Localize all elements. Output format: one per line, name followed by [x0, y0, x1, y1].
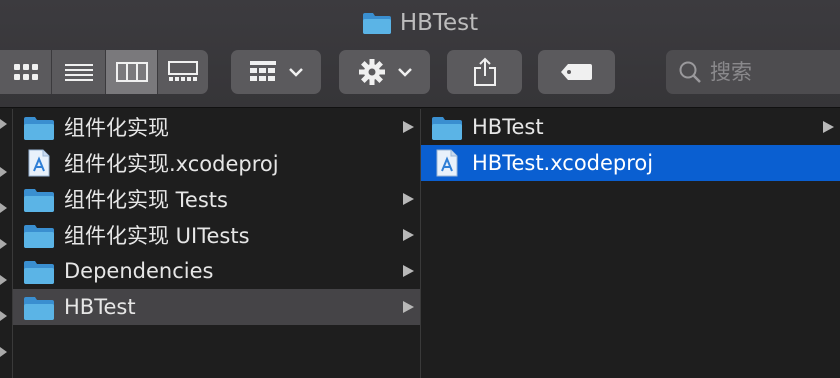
disclosure-arrow-icon: [403, 229, 414, 241]
list-item-label: HBTest: [64, 295, 136, 319]
folder-icon: [24, 225, 54, 248]
view-column-button[interactable]: [106, 50, 158, 94]
tag-icon: [560, 64, 592, 80]
disclosure-arrow-icon: [403, 193, 414, 205]
folder-icon: [362, 13, 391, 34]
view-list-button[interactable]: [52, 50, 106, 94]
gear-icon: [358, 59, 385, 85]
window-title-text: HBTest: [399, 10, 479, 36]
view-gallery-button[interactable]: [158, 50, 208, 94]
folder-icon: [24, 117, 54, 140]
browser-column-2: HBTest HBTest.xcodeproj: [421, 109, 840, 378]
list-item-label: 组件化实现: [64, 116, 169, 140]
gallery-icon: [168, 61, 198, 81]
list-icon: [64, 64, 93, 81]
disclosure-arrow-icon: [0, 203, 7, 213]
list-item-label: 组件化实现 UITests: [64, 224, 250, 248]
action-button[interactable]: [339, 50, 430, 94]
group-icon: [250, 61, 276, 81]
list-item-label: Dependencies: [64, 259, 214, 283]
disclosure-arrow-icon: [403, 301, 414, 313]
list-item-label: 组件化实现.xcodeproj: [64, 152, 279, 176]
view-mode-control: [0, 50, 208, 94]
list-item[interactable]: 组件化实现: [13, 109, 420, 145]
columns-icon: [115, 62, 148, 82]
disclosure-arrow-icon: [0, 311, 7, 321]
list-item-label: HBTest.xcodeproj: [472, 151, 654, 175]
parent-column: [0, 109, 12, 378]
folder-icon: [24, 189, 54, 212]
disclosure-arrow-icon: [0, 167, 7, 177]
disclosure-arrow-icon: [403, 265, 414, 277]
disclosure-arrow-icon: [403, 121, 414, 133]
search-field[interactable]: [666, 50, 840, 94]
folder-icon: [24, 261, 54, 284]
view-icon-button[interactable]: [0, 50, 52, 94]
disclosure-arrow-icon: [0, 239, 7, 249]
list-item-label: HBTest: [472, 115, 544, 139]
list-item[interactable]: HBTest: [421, 109, 840, 145]
browser-column-1: 组件化实现 组件化实现.xcodeproj 组件化实现 Tests 组件化实现 …: [13, 109, 420, 378]
window-title: HBTest: [0, 7, 840, 39]
list-item[interactable]: Dependencies: [13, 253, 420, 289]
share-button[interactable]: [447, 50, 522, 94]
list-item-selected[interactable]: HBTest.xcodeproj: [421, 145, 840, 181]
list-item[interactable]: 组件化实现.xcodeproj: [13, 145, 420, 181]
tag-button[interactable]: [538, 50, 615, 94]
search-input[interactable]: [710, 60, 840, 84]
list-item[interactable]: 组件化实现 Tests: [13, 181, 420, 217]
folder-icon: [432, 117, 462, 140]
xcodeproj-icon: [436, 149, 458, 177]
window-toolbar: HBTest: [0, 0, 840, 108]
group-button[interactable]: [231, 50, 321, 94]
search-icon: [679, 61, 701, 83]
grid-icon: [13, 64, 38, 80]
list-item-label: 组件化实现 Tests: [64, 188, 228, 212]
xcodeproj-icon: [28, 149, 50, 177]
disclosure-arrow-icon: [0, 347, 7, 357]
list-item[interactable]: 组件化实现 UITests: [13, 217, 420, 253]
folder-icon: [24, 297, 54, 320]
list-item-selected[interactable]: HBTest: [13, 289, 420, 325]
chevron-down-icon: [397, 68, 412, 77]
share-icon: [473, 57, 496, 86]
chevron-down-icon: [289, 68, 303, 77]
disclosure-arrow-icon: [823, 121, 834, 133]
disclosure-arrow-icon: [0, 275, 7, 285]
disclosure-arrow-icon: [0, 119, 7, 129]
